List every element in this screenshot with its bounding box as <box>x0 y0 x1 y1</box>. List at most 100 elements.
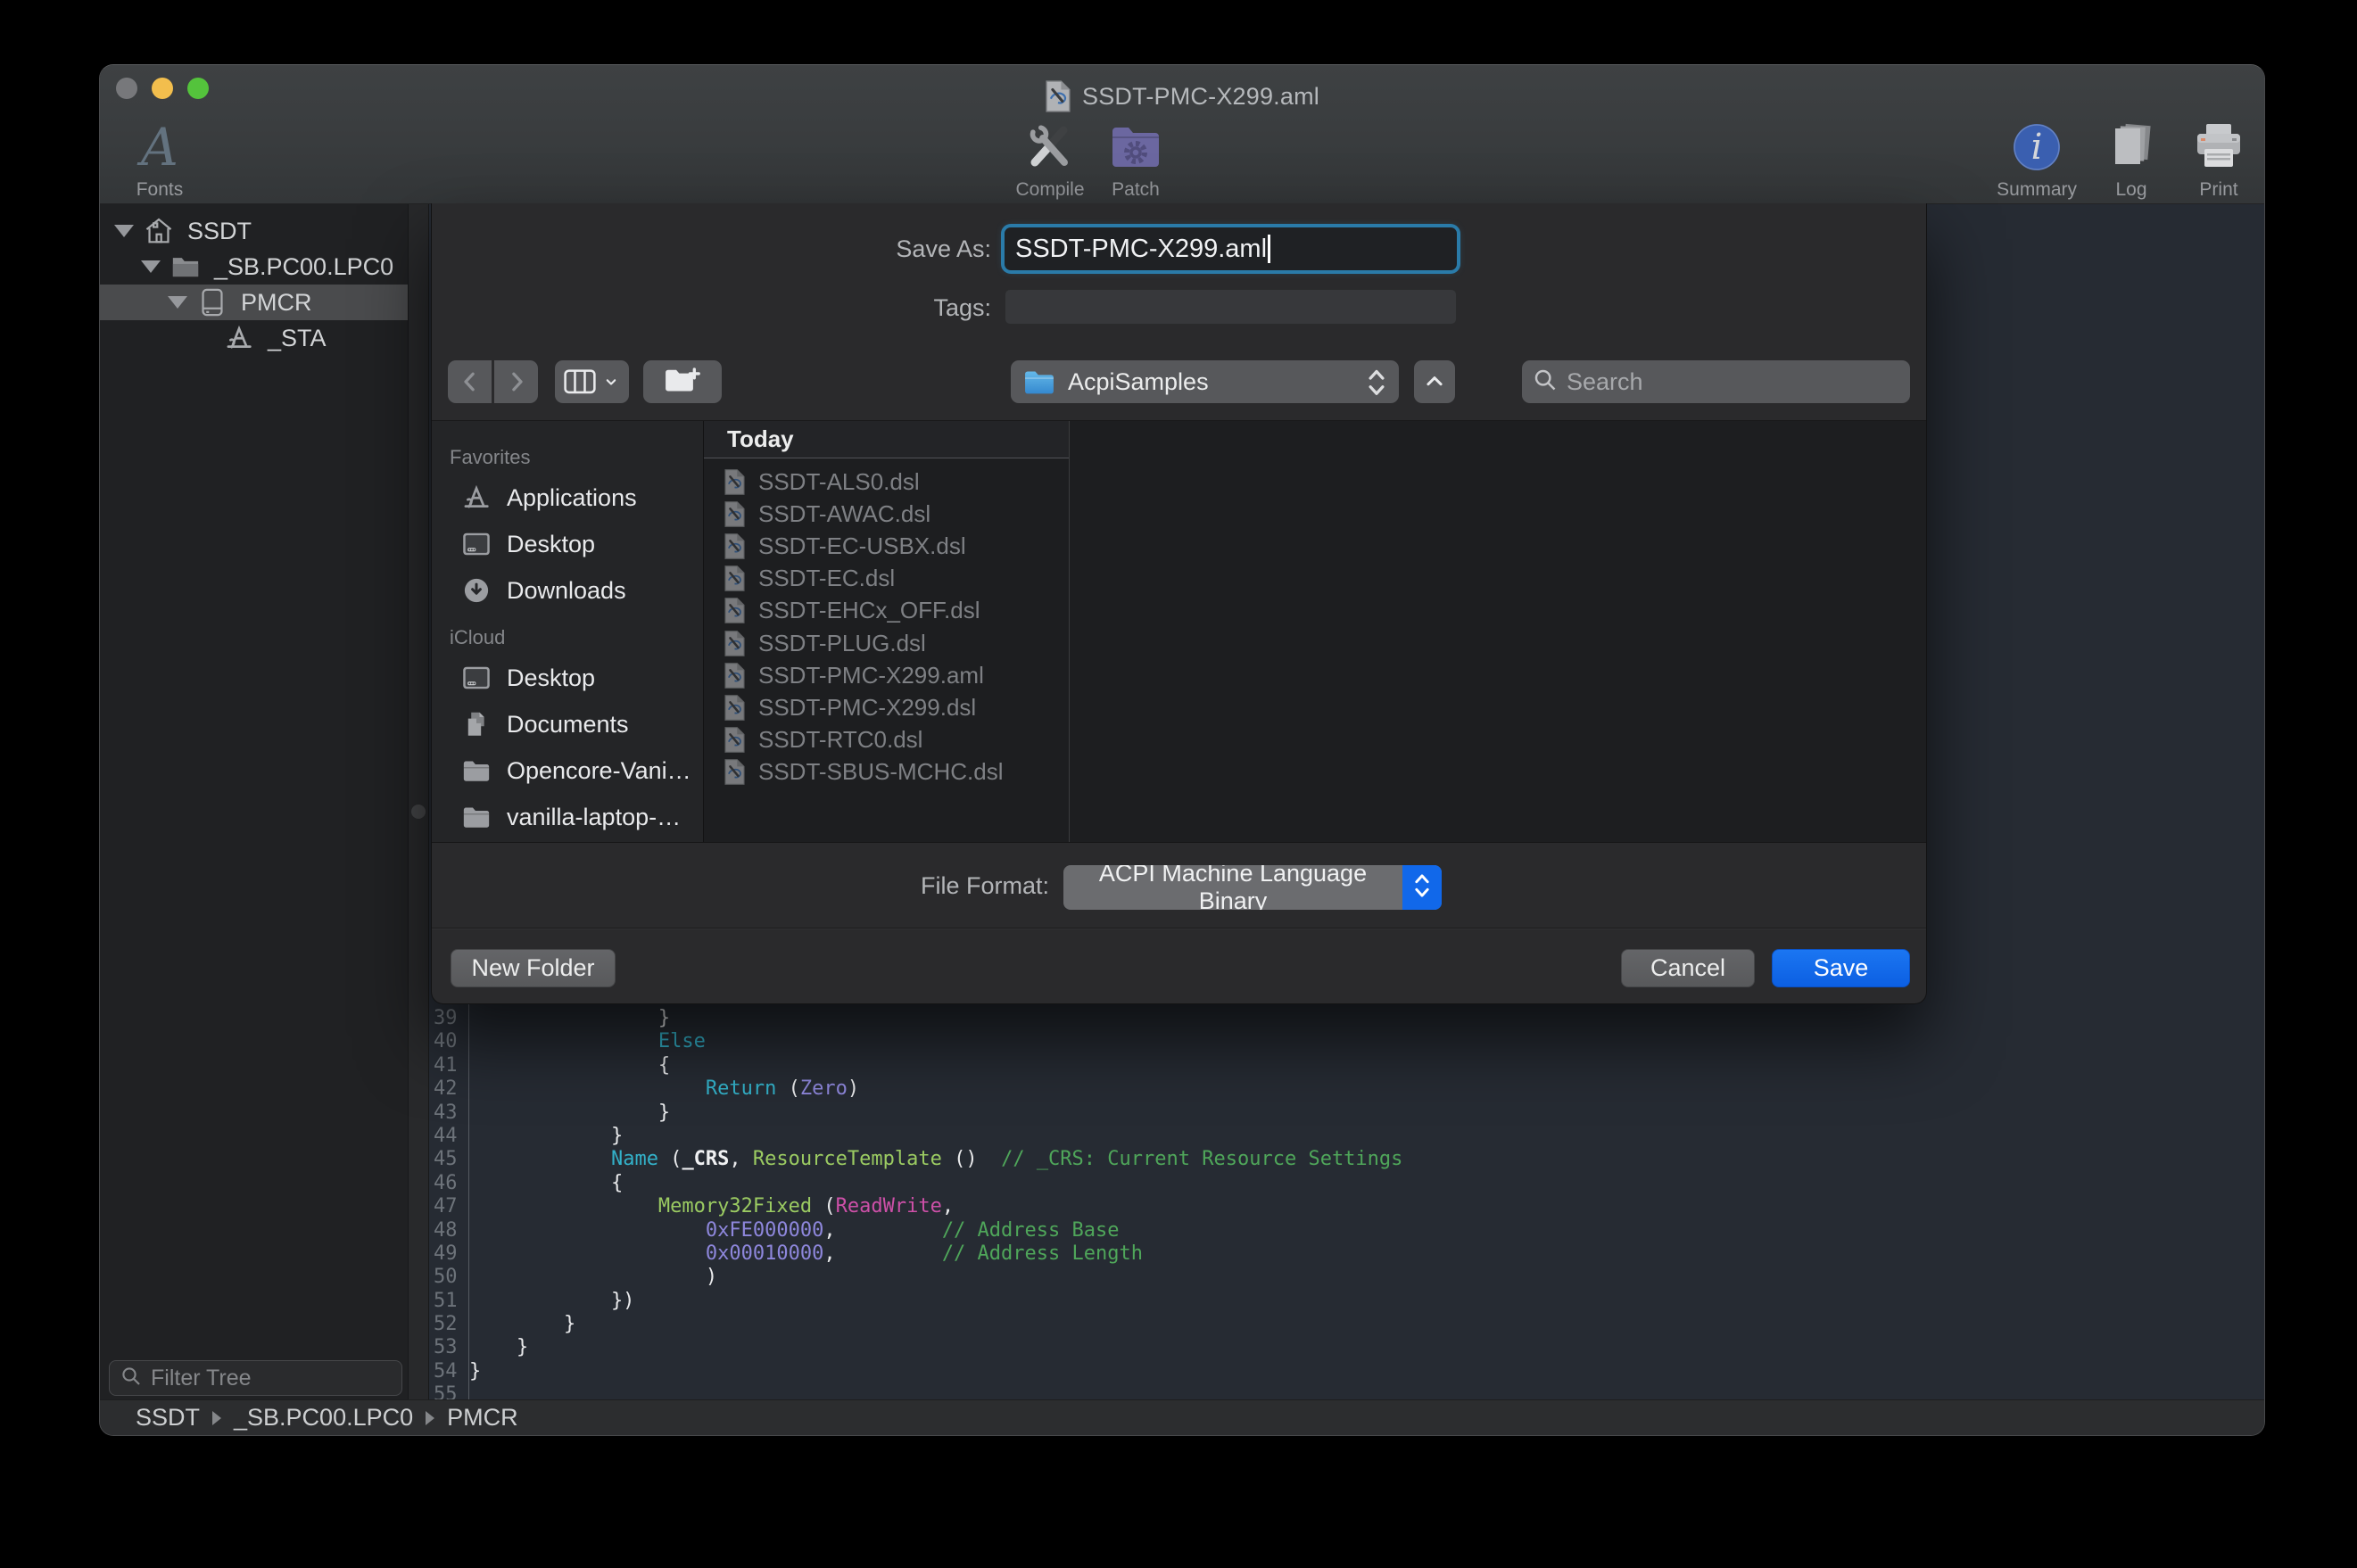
toolbar-item-patch[interactable]: Patch <box>1096 111 1176 201</box>
disclosure-triangle-icon[interactable] <box>114 225 134 237</box>
code-token: Memory32Fixed <box>658 1195 812 1217</box>
line-number: 48 <box>429 1219 469 1242</box>
search-input[interactable] <box>1567 368 1899 396</box>
code-token: ( <box>776 1077 800 1100</box>
toolbar-item-label: Print <box>2199 179 2237 201</box>
code-line: 40 Else <box>429 1030 2264 1053</box>
tree-item-label: PMCR <box>241 289 312 317</box>
tree-item-SSDT[interactable]: SSDT <box>100 213 408 249</box>
tree-item-_STA[interactable]: _STA <box>100 320 408 356</box>
method-icon <box>225 323 257 353</box>
search-box[interactable] <box>1522 360 1910 403</box>
file-format-popup[interactable]: ACPI Machine Language Binary <box>1063 865 1442 910</box>
tree-item-label: SSDT <box>187 218 252 245</box>
indent-spacer <box>194 338 214 339</box>
back-button[interactable] <box>448 360 492 403</box>
code-line: 51 }) <box>429 1290 2264 1313</box>
sidebar-item-label: Applications <box>507 484 637 512</box>
browser-empty-column <box>1070 421 1926 842</box>
tree-item-_SB.PC00.LPC0[interactable]: _SB.PC00.LPC0 <box>100 249 408 285</box>
code-token: Else <box>658 1030 706 1052</box>
toolbar-item-summary[interactable]: i Summary <box>1997 111 2077 201</box>
pane-splitter[interactable] <box>408 204 429 1399</box>
page-icon <box>724 726 746 754</box>
code-token: } <box>469 1336 528 1358</box>
parent-folder-button[interactable] <box>1414 360 1455 403</box>
sidebar-item-desktop[interactable]: Desktop <box>432 521 703 567</box>
code-token: { <box>469 1054 670 1077</box>
sidebar-item-opencore-vani-[interactable]: Opencore-Vani… <box>432 747 703 794</box>
toolbar-item-fonts[interactable]: AFonts <box>120 111 200 201</box>
svg-text:i: i <box>2031 127 2043 168</box>
sidebar-item-desktop[interactable]: Desktop <box>432 655 703 701</box>
file-row[interactable]: SSDT-PLUG.dsl <box>704 627 1069 659</box>
code-text: } <box>469 1313 575 1336</box>
code-token: Zero <box>800 1077 848 1100</box>
code-text: } <box>469 1125 623 1148</box>
toolbar-center: Compile Patch <box>1010 111 1176 201</box>
toolbar-item-label: Summary <box>1997 179 2077 201</box>
save-as-value: SSDT-PMC-X299.aml <box>1015 235 1267 264</box>
line-number: 42 <box>429 1077 469 1101</box>
cancel-button[interactable]: Cancel <box>1621 949 1755 987</box>
code-text: Memory32Fixed (ReadWrite, <box>469 1195 954 1218</box>
sidebar-item-label: Opencore-Vani… <box>507 757 691 785</box>
line-number: 47 <box>429 1195 469 1218</box>
location-popup[interactable]: AcpiSamples <box>1011 360 1399 403</box>
new-folder-button[interactable]: New Folder <box>451 949 616 987</box>
file-row[interactable]: SSDT-AWAC.dsl <box>704 498 1069 530</box>
filter-tree-box[interactable] <box>109 1360 402 1396</box>
code-text: Return (Zero) <box>469 1077 859 1101</box>
sidebar-item-documents[interactable]: Documents <box>432 701 703 747</box>
file-column: Today SSDT-ALS0.dslSSDT-AWAC.dslSSDT-EC-… <box>704 421 1070 842</box>
toolbar-item-label: Log <box>2115 179 2146 201</box>
disclosure-triangle-icon[interactable] <box>168 296 187 309</box>
code-token <box>469 1148 611 1170</box>
tree-item-PMCR[interactable]: PMCR <box>100 285 408 320</box>
sidebar-item-vanilla-laptop--[interactable]: vanilla-laptop-… <box>432 794 703 840</box>
code-token: , <box>823 1242 941 1265</box>
code-token: } <box>469 1313 575 1335</box>
file-row[interactable]: SSDT-ALS0.dsl <box>704 466 1069 498</box>
file-name: SSDT-PLUG.dsl <box>758 630 926 657</box>
file-row[interactable]: SSDT-PMC-X299.aml <box>704 659 1069 691</box>
splitter-knob[interactable] <box>411 805 426 819</box>
toolbar-item-compile[interactable]: Compile <box>1010 111 1090 201</box>
file-group-header: Today <box>704 421 1069 458</box>
code-text: 0xFE000000, // Address Base <box>469 1219 1120 1242</box>
code-text: } <box>469 1102 670 1125</box>
desktop-icon <box>462 664 492 692</box>
filter-tree-input[interactable] <box>151 1366 391 1391</box>
updown-chevrons-icon <box>1367 367 1386 397</box>
file-row[interactable]: SSDT-EC-USBX.dsl <box>704 530 1069 562</box>
sidebar-item-applications[interactable]: Applications <box>432 475 703 521</box>
titlebar: SSDT-PMC-X299.aml <box>100 79 2264 113</box>
toolbar-item-label: Patch <box>1112 179 1160 201</box>
new-folder-toolbar-button[interactable] <box>643 360 722 403</box>
forward-button[interactable] <box>494 360 538 403</box>
file-row[interactable]: SSDT-RTC0.dsl <box>704 724 1069 756</box>
toolbar-item-print[interactable]: Print <box>2186 111 2252 201</box>
toolbar-item-log[interactable]: Log <box>2098 111 2164 201</box>
sidebar-item-label: Desktop <box>507 531 595 558</box>
tags-input[interactable] <box>1005 289 1457 325</box>
file-row[interactable]: SSDT-EC.dsl <box>704 563 1069 595</box>
code-token: ReadWrite <box>836 1195 942 1217</box>
file-row[interactable]: SSDT-EHCx_OFF.dsl <box>704 595 1069 627</box>
summary-icon: i <box>2008 111 2065 176</box>
code-token: ) <box>469 1266 717 1288</box>
save-button[interactable]: Save <box>1772 949 1910 987</box>
file-row[interactable]: SSDT-PMC-X299.dsl <box>704 691 1069 723</box>
sidebar-item-downloads[interactable]: Downloads <box>432 567 703 614</box>
disclosure-triangle-icon[interactable] <box>141 260 161 273</box>
chevron-left-icon <box>457 368 484 395</box>
file-name: SSDT-EHCx_OFF.dsl <box>758 597 980 624</box>
code-token: ( <box>658 1148 682 1170</box>
save-as-input[interactable]: SSDT-PMC-X299.aml <box>1005 227 1457 270</box>
code-line: 48 0xFE000000, // Address Base <box>429 1219 2264 1242</box>
code-token: } <box>469 1007 670 1029</box>
line-number: 53 <box>429 1336 469 1359</box>
file-row[interactable]: SSDT-SBUS-MCHC.dsl <box>704 756 1069 788</box>
sidebar-item-label: Documents <box>507 711 629 739</box>
view-mode-button[interactable] <box>555 360 629 403</box>
